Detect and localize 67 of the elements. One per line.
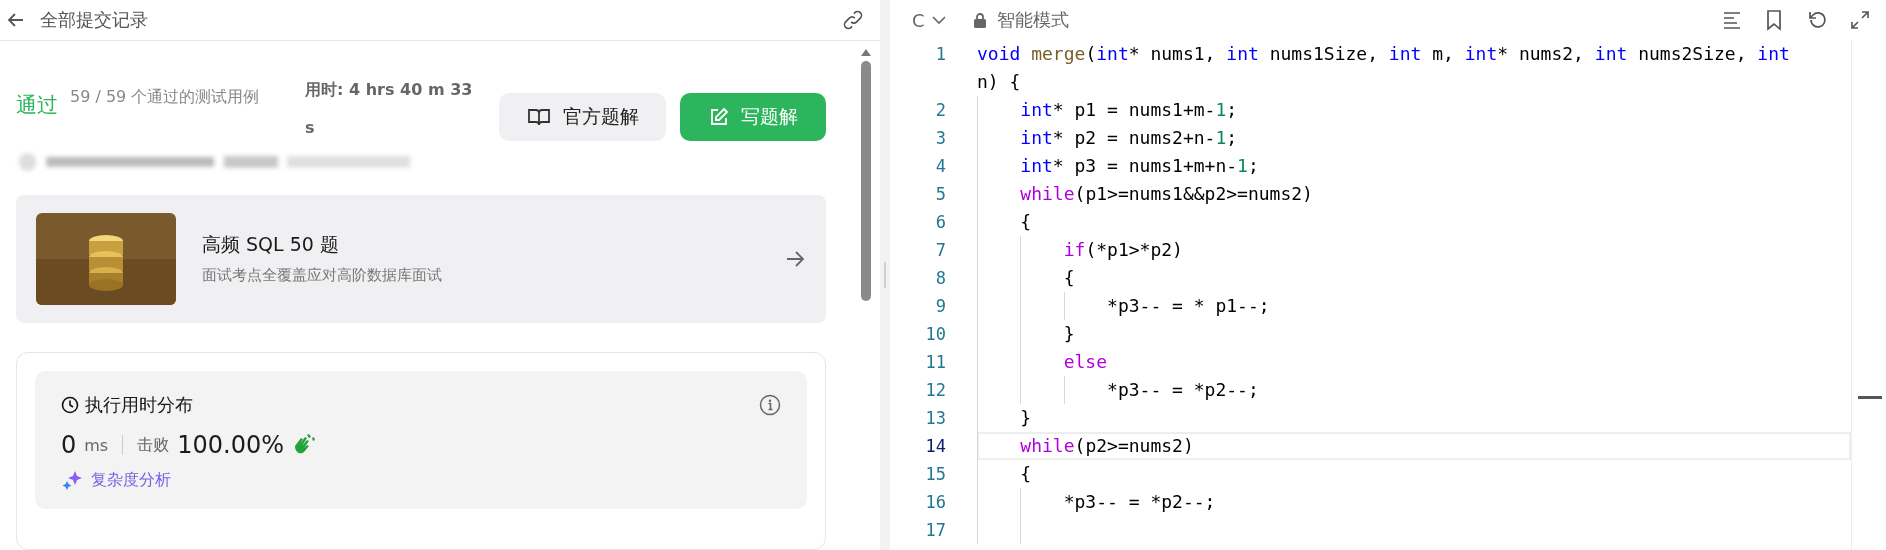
line-number: 4 — [934, 155, 946, 178]
clapping-hands-icon — [292, 434, 316, 456]
line-number: 9 — [934, 295, 946, 318]
code-line: while(p1>=nums1&&p2>=nums2) — [1019, 182, 1314, 206]
code-line: int* p2 = nums2+n-1; — [1019, 126, 1239, 150]
link-icon[interactable] — [842, 9, 864, 31]
line-number: 17 — [924, 519, 946, 542]
code-line: *p3-- = * p1--; — [1106, 294, 1271, 318]
complexity-analysis-link[interactable]: 复杂度分析 — [91, 469, 171, 491]
code-line: void merge(int* nums1, int nums1Size, int m, int* nums2, int nums2Size, int — [977, 42, 1791, 66]
code-line: int* p3 = nums1+m+n-1; — [1019, 154, 1260, 178]
minimap-marker — [1858, 396, 1882, 399]
passed-count: 59 / 59 个通过的测试用例 — [70, 86, 261, 108]
line-number: 12 — [924, 379, 946, 402]
edit-icon — [708, 107, 729, 127]
official-solution-button[interactable]: 官方题解 — [499, 93, 666, 141]
line-number: 15 — [924, 463, 946, 486]
bookmark-icon[interactable] — [1764, 9, 1784, 31]
beats-value: 100.00% — [177, 431, 284, 459]
line-number: 8 — [934, 267, 946, 290]
sparkle-icon — [61, 469, 83, 491]
expand-icon[interactable] — [1850, 10, 1870, 30]
undo-icon[interactable] — [1806, 9, 1828, 31]
code-line: } — [1019, 406, 1033, 430]
promo-subtitle: 面试考点全覆盖应对高阶数据库面试 — [202, 266, 442, 286]
code-line: *p3-- = *p2--; — [1106, 378, 1260, 402]
format-lines-icon[interactable] — [1722, 10, 1742, 30]
code-line: } — [1062, 322, 1076, 346]
language-dropdown[interactable]: C — [912, 9, 947, 31]
promo-card[interactable]: 高频 SQL 50 题 面试考点全覆盖应对高阶数据库面试 — [16, 194, 826, 323]
clock-icon — [61, 396, 79, 414]
scrollbar-thumb[interactable] — [861, 61, 871, 301]
runtime-unit: ms — [84, 435, 109, 455]
line-number: 13 — [924, 407, 946, 430]
line-number: 14 — [924, 435, 946, 458]
code-line: { — [1019, 210, 1033, 234]
code-line: else — [1062, 350, 1109, 374]
chevron-down-icon — [930, 14, 947, 26]
code-line: { — [1062, 266, 1076, 290]
line-number: 1 — [934, 43, 946, 66]
info-icon[interactable] — [759, 394, 781, 416]
promo-title: 高频 SQL 50 题 — [202, 232, 340, 258]
beats-label: 击败 — [137, 434, 170, 456]
panel-title: 执行用时分布 — [85, 393, 193, 417]
runtime-text: 用时: 4 hrs 40 m 33 s — [305, 79, 474, 139]
line-number: 11 — [924, 351, 946, 374]
mode-label[interactable]: 智能模式 — [996, 8, 1069, 32]
code-line: while(p2>=nums2) — [977, 432, 1851, 460]
code-line: *p3-- = *p2--; — [1062, 490, 1217, 514]
line-number: 5 — [934, 183, 946, 206]
resize-handle[interactable] — [884, 262, 886, 288]
code-line: int* p1 = nums1+m-1; — [1019, 98, 1239, 122]
scroll-up-icon[interactable] — [860, 47, 872, 57]
runtime-value: 0 — [61, 431, 77, 459]
book-icon — [526, 107, 551, 127]
line-number: 2 — [934, 99, 946, 122]
line-number: 7 — [934, 239, 946, 262]
line-number: 16 — [924, 491, 946, 514]
line-number: 6 — [934, 211, 946, 234]
line-number: 10 — [924, 323, 946, 346]
status-accepted: 通过 — [16, 92, 58, 119]
page-title: 全部提交记录 — [40, 8, 148, 32]
code-line: n) { — [977, 70, 1022, 94]
line-number: 3 — [934, 127, 946, 150]
lock-icon — [972, 12, 987, 28]
code-line: { — [1019, 462, 1033, 486]
code-line: if(*p1>*p2) — [1062, 238, 1184, 262]
